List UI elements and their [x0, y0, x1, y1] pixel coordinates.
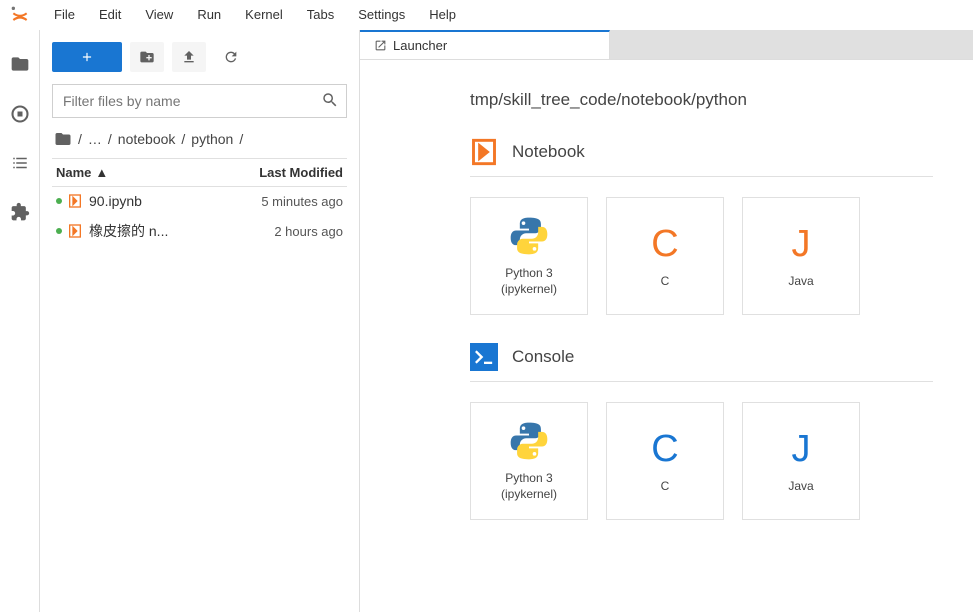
breadcrumb[interactable]: / … / notebook / python /: [52, 126, 347, 158]
menu-tabs[interactable]: Tabs: [297, 3, 344, 26]
section-title: Notebook: [512, 142, 585, 162]
notebook-file-icon: [67, 223, 83, 239]
sort-asc-icon: ▲: [95, 165, 108, 180]
folder-icon[interactable]: [10, 54, 30, 74]
launcher-card[interactable]: Python 3(ipykernel): [470, 197, 588, 315]
launcher-path: tmp/skill_tree_code/notebook/python: [470, 90, 933, 110]
file-row[interactable]: 90.ipynb5 minutes ago: [52, 187, 347, 215]
launcher: tmp/skill_tree_code/notebook/python Note…: [360, 60, 973, 612]
section-header: Notebook: [470, 138, 933, 177]
card-icon: [507, 214, 551, 258]
launcher-section: Console Python 3(ipykernel) CC J Java: [470, 343, 933, 520]
jupyter-logo: [10, 5, 30, 25]
workarea: Launcher tmp/skill_tree_code/notebook/py…: [360, 30, 973, 612]
filebrowser-toolbar: [52, 42, 347, 72]
card-icon: [507, 419, 551, 463]
file-list: 90.ipynb5 minutes ago橡皮擦的 n...2 hours ag…: [52, 187, 347, 247]
breadcrumb-part-python[interactable]: python: [191, 131, 233, 147]
launcher-icon: [374, 39, 387, 52]
breadcrumb-ellipsis[interactable]: …: [88, 131, 102, 147]
search-icon: [321, 91, 339, 109]
menu-edit[interactable]: Edit: [89, 3, 131, 26]
header-modified[interactable]: Last Modified: [259, 165, 343, 180]
activity-bar: [0, 30, 40, 612]
launcher-card[interactable]: J Java: [742, 402, 860, 520]
new-launcher-button[interactable]: [52, 42, 122, 72]
menubar: File Edit View Run Kernel Tabs Settings …: [0, 0, 973, 30]
filter-input[interactable]: [52, 84, 347, 118]
file-row[interactable]: 橡皮擦的 n...2 hours ago: [52, 215, 347, 247]
card-label: Java: [788, 479, 813, 495]
tabbar: Launcher: [360, 30, 973, 60]
main-area: / … / notebook / python / Name ▲ Last Mo…: [0, 30, 973, 612]
card-label: C: [661, 479, 670, 495]
toc-icon[interactable]: [11, 154, 29, 172]
section-icon: [470, 343, 498, 371]
card-label: Java: [788, 274, 813, 290]
card-label: Python 3(ipykernel): [501, 266, 557, 297]
breadcrumb-part-notebook[interactable]: notebook: [118, 131, 176, 147]
card-label: Python 3(ipykernel): [501, 471, 557, 502]
file-modified: 2 hours ago: [274, 224, 343, 239]
card-icon: J: [779, 427, 823, 471]
new-folder-button[interactable]: [130, 42, 164, 72]
folder-icon: [54, 130, 72, 148]
running-dot: [56, 198, 62, 204]
breadcrumb-root[interactable]: /: [78, 131, 82, 147]
file-name: 橡皮擦的 n...: [89, 221, 274, 241]
launcher-section: Notebook Python 3(ipykernel) CC J Java: [470, 138, 933, 315]
cards-row: Python 3(ipykernel) CC J Java: [470, 197, 933, 315]
section-title: Console: [512, 347, 574, 367]
launcher-card[interactable]: CC: [606, 197, 724, 315]
menu-settings[interactable]: Settings: [348, 3, 415, 26]
file-modified: 5 minutes ago: [261, 194, 343, 209]
cards-row: Python 3(ipykernel) CC J Java: [470, 402, 933, 520]
menu-help[interactable]: Help: [419, 3, 466, 26]
menu-view[interactable]: View: [135, 3, 183, 26]
filter-row: [52, 84, 347, 118]
section-header: Console: [470, 343, 933, 382]
extensions-icon[interactable]: [10, 202, 30, 222]
file-browser: / … / notebook / python / Name ▲ Last Mo…: [40, 30, 360, 612]
running-icon[interactable]: [10, 104, 30, 124]
menu-file[interactable]: File: [44, 3, 85, 26]
card-icon: C: [643, 222, 687, 266]
header-name[interactable]: Name: [56, 165, 91, 180]
launcher-card[interactable]: Python 3(ipykernel): [470, 402, 588, 520]
file-name: 90.ipynb: [89, 193, 261, 209]
upload-button[interactable]: [172, 42, 206, 72]
tab-label: Launcher: [393, 38, 447, 53]
menu-run[interactable]: Run: [187, 3, 231, 26]
menu-kernel[interactable]: Kernel: [235, 3, 293, 26]
launcher-card[interactable]: CC: [606, 402, 724, 520]
card-label: C: [661, 274, 670, 290]
card-icon: C: [643, 427, 687, 471]
refresh-button[interactable]: [214, 42, 248, 72]
section-icon: [470, 138, 498, 166]
tab-launcher[interactable]: Launcher: [360, 30, 610, 59]
notebook-file-icon: [67, 193, 83, 209]
filebrowser-header[interactable]: Name ▲ Last Modified: [52, 158, 347, 187]
card-icon: J: [779, 222, 823, 266]
running-dot: [56, 228, 62, 234]
launcher-card[interactable]: J Java: [742, 197, 860, 315]
